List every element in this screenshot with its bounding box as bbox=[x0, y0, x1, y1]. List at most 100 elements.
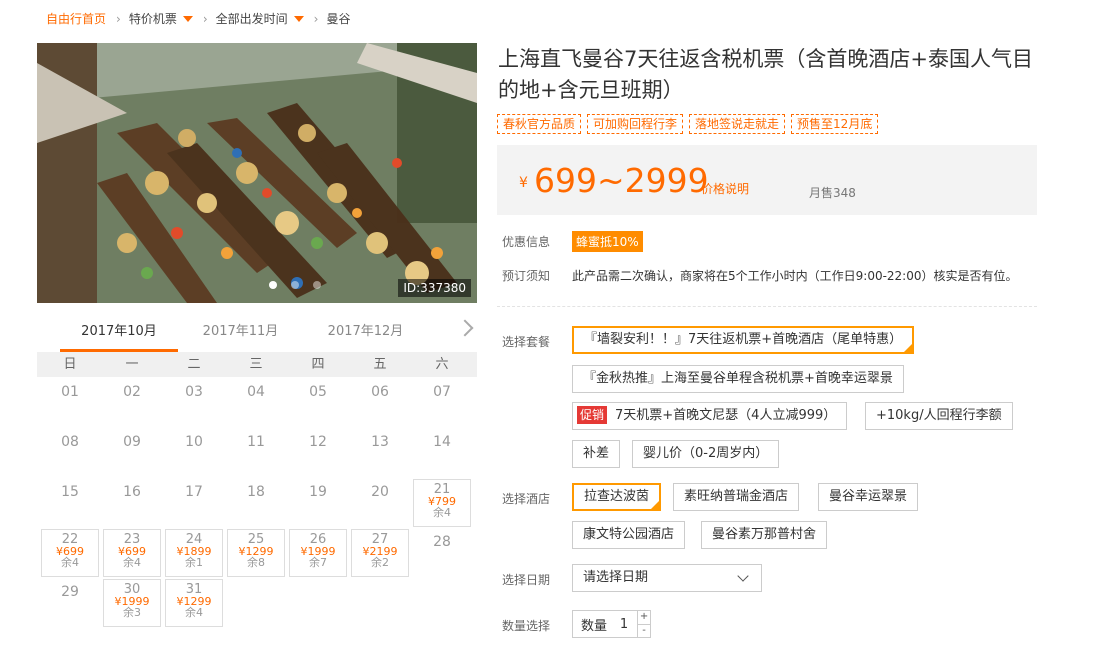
quantity-text: 数量 bbox=[581, 618, 608, 634]
calendar-day: 04 bbox=[247, 384, 265, 400]
calendar-day-stock: 余2 bbox=[371, 556, 389, 569]
calendar-day-stock: 余8 bbox=[247, 556, 265, 569]
package-option-label: 补差 bbox=[583, 446, 610, 461]
notice-label: 预订须知 bbox=[502, 269, 551, 283]
calendar-day[interactable]: 30 ¥1999 余3 bbox=[103, 579, 161, 627]
calendar-day: 08 bbox=[61, 434, 79, 450]
hotel-option[interactable]: 素旺纳普瑞金酒店 bbox=[673, 483, 800, 511]
calendar-day: 09 bbox=[123, 434, 141, 450]
package-option[interactable]: 补差 bbox=[572, 440, 621, 468]
weekday-label: 五 bbox=[373, 357, 387, 372]
breadcrumb-category[interactable]: 特价机票 bbox=[129, 10, 177, 27]
package-option[interactable]: 『墙裂安利！！』7天往返机票+首晚酒店（尾单特惠） bbox=[572, 326, 915, 354]
breadcrumb-home[interactable]: 自由行首页 bbox=[46, 10, 106, 27]
feature-tag: 春秋官方品质 bbox=[497, 114, 582, 134]
image-id-label: ID:337380 bbox=[398, 279, 471, 297]
carousel-dot[interactable] bbox=[313, 281, 321, 289]
calendar-day: 13 bbox=[371, 434, 389, 450]
calendar-month-tabs: 2017年10月 2017年11月 2017年12月 bbox=[37, 316, 477, 352]
minus-icon[interactable]: - bbox=[638, 624, 651, 637]
weekday-label: 四 bbox=[311, 357, 325, 372]
calendar-day[interactable]: 21 ¥799 余4 bbox=[413, 479, 471, 527]
date-label: 选择日期 bbox=[502, 573, 551, 587]
promo-badge: 蜂蜜抵10% bbox=[572, 231, 643, 252]
hotel-option-label: 曼谷素万那普村舍 bbox=[712, 527, 817, 542]
weekday-label: 日 bbox=[63, 357, 77, 372]
caret-down-icon[interactable] bbox=[293, 15, 304, 22]
package-option-label: 7天机票+首晚文尼瑟（4人立减999） bbox=[615, 408, 837, 423]
weekday-label: 二 bbox=[187, 357, 201, 372]
hotel-option[interactable]: 拉查达波茵 bbox=[572, 483, 662, 511]
calendar-day: 16 bbox=[123, 484, 141, 500]
calendar-day[interactable]: 23 ¥699 余4 bbox=[103, 529, 161, 577]
tab-month[interactable]: 2017年11月 bbox=[178, 316, 303, 352]
hotel-option[interactable]: 曼谷幸运翠景 bbox=[818, 483, 919, 511]
calendar-day[interactable]: 24 ¥1899 余1 bbox=[165, 529, 223, 577]
package-label: 选择套餐 bbox=[502, 335, 551, 349]
feature-tag: 落地签说走就走 bbox=[689, 114, 786, 134]
package-option-label: 『墙裂安利！！』7天往返机票+首晚酒店（尾单特惠） bbox=[584, 332, 903, 347]
package-option[interactable]: +10kg/人回程行李额 bbox=[865, 402, 1013, 430]
calendar-day: 19 bbox=[309, 484, 327, 500]
monthly-sales: 月售348 bbox=[809, 186, 856, 200]
calendar-day: 03 bbox=[185, 384, 203, 400]
hotel-option-label: 曼谷幸运翠景 bbox=[829, 489, 908, 504]
calendar-day[interactable]: 25 ¥1299 余8 bbox=[227, 529, 285, 577]
hotel-option-label: 拉查达波茵 bbox=[584, 489, 650, 504]
calendar-day: 06 bbox=[371, 384, 389, 400]
price-range: 699~2999 bbox=[534, 161, 709, 200]
promo-label: 优惠信息 bbox=[502, 235, 551, 249]
calendar-day[interactable]: 26 ¥1999 余7 bbox=[289, 529, 347, 577]
quantity-input[interactable]: 1 bbox=[611, 617, 637, 632]
tab-month[interactable]: 2017年10月 bbox=[60, 316, 178, 352]
chevron-right-icon: › bbox=[116, 11, 121, 26]
breadcrumb-time[interactable]: 全部出发时间 bbox=[216, 10, 288, 27]
calendar-day: 02 bbox=[123, 384, 141, 400]
calendar-day[interactable]: 27 ¥2199 余2 bbox=[351, 529, 409, 577]
product-image[interactable]: ID:337380 bbox=[37, 43, 477, 303]
hotel-label: 选择酒店 bbox=[502, 492, 551, 506]
hotel-option[interactable]: 曼谷素万那普村舍 bbox=[701, 521, 828, 549]
calendar-day: 29 bbox=[61, 584, 79, 600]
carousel-dot[interactable] bbox=[291, 281, 299, 289]
calendar-day-stock: 余4 bbox=[185, 606, 203, 619]
package-option[interactable]: 『金秋热推』上海至曼谷单程含税机票+首晚幸运翠景 bbox=[572, 365, 904, 393]
plus-icon[interactable]: + bbox=[638, 611, 650, 624]
calendar-day[interactable]: 22 ¥699 余4 bbox=[41, 529, 99, 577]
feature-tag: 预售至12月底 bbox=[791, 114, 879, 134]
weekday-label: 三 bbox=[249, 357, 263, 372]
calendar-day-stock: 余3 bbox=[123, 606, 141, 619]
chevron-right-icon: › bbox=[202, 11, 208, 26]
price-note-link[interactable]: 价格说明 bbox=[701, 180, 749, 197]
calendar-day: 28 bbox=[433, 534, 451, 550]
caret-down-icon[interactable] bbox=[182, 15, 193, 22]
quantity-stepper: 数量 1 + - bbox=[572, 610, 652, 638]
hotel-option[interactable]: 康文特公园酒店 bbox=[572, 521, 686, 549]
tab-month[interactable]: 2017年12月 bbox=[303, 316, 428, 352]
calendar-day-stock: 余4 bbox=[61, 556, 79, 569]
carousel-dots[interactable] bbox=[269, 281, 321, 289]
product-title: 上海直飞曼谷7天往返含税机票（含首晚酒店+泰国人气目的地+含元旦班期） bbox=[498, 47, 1033, 102]
package-option-label: 『金秋热推』上海至曼谷单程含税机票+首晚幸运翠景 bbox=[583, 371, 893, 386]
calendar-day[interactable]: 31 ¥1299 余4 bbox=[165, 579, 223, 627]
calendar-grid: 01 02 03 04 05 06 07 08 09 10 11 12 13 14 15 16 17 18 19 20… bbox=[37, 377, 477, 627]
hotel-option-label: 康文特公园酒店 bbox=[583, 527, 675, 542]
promo-tag: 促销 bbox=[577, 406, 608, 424]
divider bbox=[497, 306, 1037, 307]
chevron-right-icon: › bbox=[313, 11, 319, 26]
date-select[interactable]: 请选择日期 bbox=[572, 564, 762, 592]
package-option[interactable]: 促销 7天机票+首晚文尼瑟（4人立减999） bbox=[572, 402, 848, 430]
product-tags: 春秋官方品质 可加购回程行李 落地签说走就走 预售至12月底 bbox=[497, 114, 879, 134]
calendar-day: 12 bbox=[309, 434, 327, 450]
carousel-dot[interactable] bbox=[269, 281, 277, 289]
notice-text: 此产品需二次确认，商家将在5个工作小时内（工作日9:00-22:00）核实是否有… bbox=[572, 269, 1018, 283]
chevron-right-icon[interactable] bbox=[456, 319, 474, 337]
package-option[interactable]: 婴儿价（0-2周岁内） bbox=[632, 440, 780, 468]
price-box: ¥ 699~2999 价格说明 月售348 bbox=[497, 145, 1037, 215]
breadcrumb-destination[interactable]: 曼谷 bbox=[326, 10, 350, 27]
floating-market-image bbox=[37, 43, 477, 303]
hotel-option-label: 素旺纳普瑞金酒店 bbox=[684, 489, 789, 504]
calendar-day: 14 bbox=[433, 434, 451, 450]
package-option-label: +10kg/人回程行李额 bbox=[876, 408, 1002, 423]
calendar-day-stock: 余4 bbox=[433, 506, 451, 519]
